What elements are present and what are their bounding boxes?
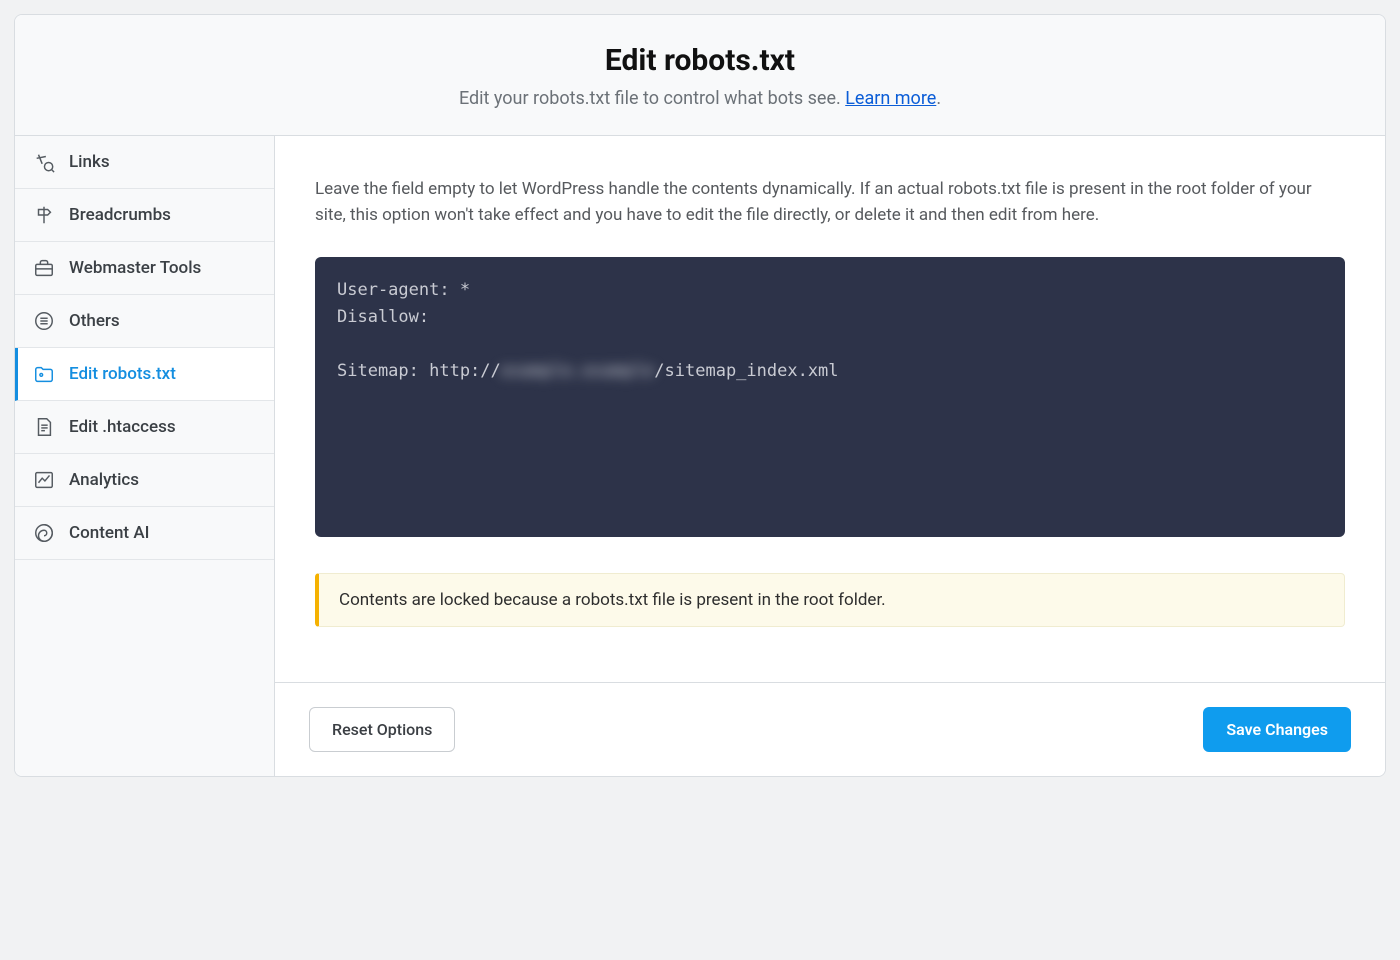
sidebar-item-label: Analytics	[69, 470, 139, 490]
sidebar-item-breadcrumbs[interactable]: Breadcrumbs	[15, 189, 274, 242]
ai-spiral-icon	[33, 522, 55, 544]
folder-file-icon	[33, 363, 55, 385]
links-icon	[33, 151, 55, 173]
sidebar-item-label: Edit .htaccess	[69, 417, 176, 437]
learn-more-link[interactable]: Learn more	[845, 88, 936, 109]
redacted-host: example.example	[501, 361, 655, 381]
sidebar-item-edit-htaccess[interactable]: Edit .htaccess	[15, 401, 274, 454]
document-icon	[33, 416, 55, 438]
sidebar-item-label: Content AI	[69, 523, 149, 543]
content-area: Leave the field empty to let WordPress h…	[275, 136, 1385, 776]
signpost-icon	[33, 204, 55, 226]
sidebar-item-label: Breadcrumbs	[69, 205, 171, 225]
sidebar-item-label: Others	[69, 311, 120, 331]
sidebar-item-edit-robots[interactable]: Edit robots.txt	[15, 348, 274, 401]
sidebar: Links Breadcrumbs Webmaster Tools Others	[15, 136, 275, 776]
panel-body: Links Breadcrumbs Webmaster Tools Others	[15, 136, 1385, 776]
page-subtitle: Edit your robots.txt file to control wha…	[35, 88, 1365, 109]
settings-panel: Edit robots.txt Edit your robots.txt fil…	[14, 14, 1386, 777]
chart-icon	[33, 469, 55, 491]
save-changes-button[interactable]: Save Changes	[1203, 707, 1351, 752]
field-description: Leave the field empty to let WordPress h…	[315, 176, 1345, 229]
sidebar-item-analytics[interactable]: Analytics	[15, 454, 274, 507]
panel-header: Edit robots.txt Edit your robots.txt fil…	[15, 15, 1385, 136]
list-circle-icon	[33, 310, 55, 332]
sidebar-item-webmaster-tools[interactable]: Webmaster Tools	[15, 242, 274, 295]
robots-txt-editor[interactable]: User-agent: * Disallow: Sitemap: http://…	[315, 257, 1345, 537]
panel-footer: Reset Options Save Changes	[275, 682, 1385, 776]
reset-options-button[interactable]: Reset Options	[309, 707, 455, 752]
locked-notice: Contents are locked because a robots.txt…	[315, 573, 1345, 627]
page-title: Edit robots.txt	[35, 43, 1365, 78]
sidebar-item-label: Webmaster Tools	[69, 258, 201, 278]
toolbox-icon	[33, 257, 55, 279]
sidebar-item-links[interactable]: Links	[15, 136, 274, 189]
sidebar-item-content-ai[interactable]: Content AI	[15, 507, 274, 560]
sidebar-item-label: Links	[69, 152, 110, 172]
sidebar-item-others[interactable]: Others	[15, 295, 274, 348]
sidebar-item-label: Edit robots.txt	[69, 364, 176, 384]
